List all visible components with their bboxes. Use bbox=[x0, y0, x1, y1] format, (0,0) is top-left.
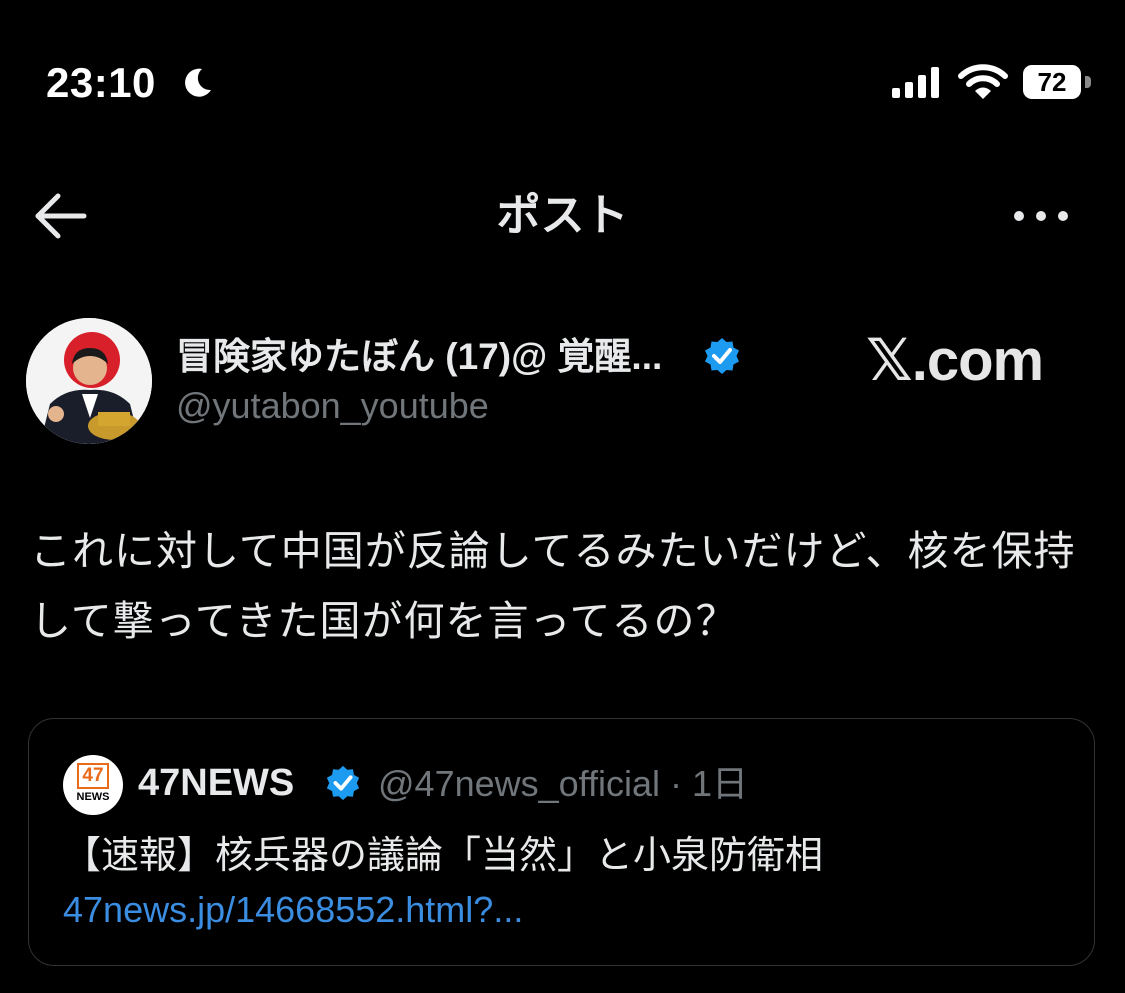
author-name[interactable]: 冒険家ゆたぼん (17)@ 覚醒... bbox=[176, 334, 662, 380]
avatar[interactable] bbox=[26, 318, 152, 444]
page-title: ポスト bbox=[496, 191, 629, 240]
quoted-post-link[interactable]: 47news.jp/14668552.html?... bbox=[63, 886, 523, 934]
wifi-icon bbox=[958, 64, 1008, 99]
x-com-watermark: 𝕏.com bbox=[866, 328, 1044, 393]
quoted-author-name: 47NEWS bbox=[138, 762, 295, 804]
more-horizontal-icon bbox=[1014, 211, 1068, 221]
status-time: 23:10 bbox=[46, 59, 156, 106]
news-logo-text: NEWS bbox=[76, 791, 110, 803]
verified-badge-icon bbox=[326, 765, 360, 801]
moon-icon bbox=[185, 68, 211, 97]
quoted-author-handle: @47news_official · 1日 bbox=[378, 763, 749, 804]
battery-icon: 72 bbox=[1020, 62, 1092, 102]
quoted-post-text: 【速報】核兵器の議論「当然」と小泉防衛相 bbox=[63, 835, 824, 877]
battery-level: 72 bbox=[1023, 65, 1081, 99]
verified-badge-icon bbox=[705, 338, 739, 374]
signal-icon bbox=[892, 67, 939, 98]
news-logo-avatar: 47 NEWS bbox=[63, 755, 123, 815]
post-text: これに対して中国が反論してるみたいだけど、核を保持して撃ってきた国が何を言ってる… bbox=[30, 528, 1076, 644]
more-button[interactable] bbox=[1010, 200, 1072, 232]
author-handle[interactable]: @yutabon_youtube bbox=[176, 384, 489, 428]
news-logo-number: 47 bbox=[77, 763, 109, 789]
